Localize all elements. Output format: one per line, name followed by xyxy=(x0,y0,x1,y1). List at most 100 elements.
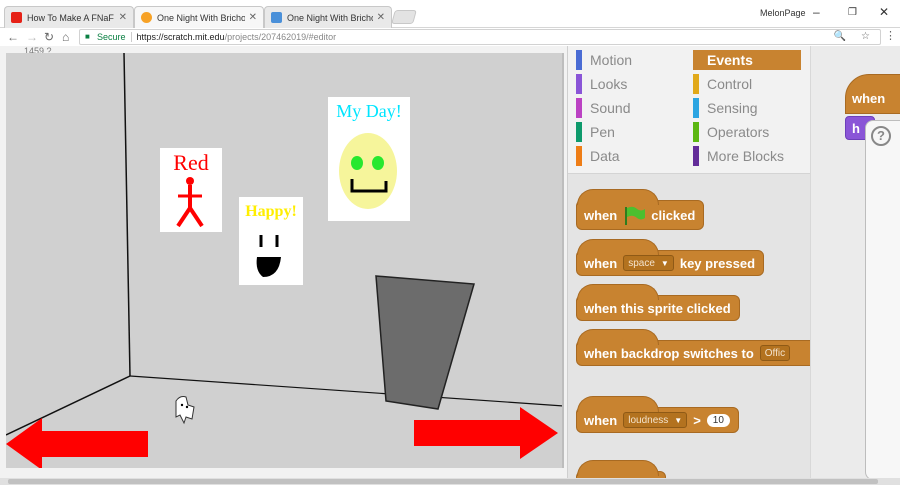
help-panel[interactable]: ? xyxy=(865,120,900,478)
block-text: when xyxy=(584,207,618,223)
browser-tab-strip: How To Make A FNaF Fa ✕ One Night With B… xyxy=(0,0,900,28)
block-when-loudness[interactable]: when loudness ▼ > 10 xyxy=(576,396,739,433)
close-tab-icon[interactable]: ✕ xyxy=(249,12,257,23)
category-data[interactable]: Data xyxy=(576,146,684,166)
more-blocks-swatch xyxy=(693,146,699,166)
door xyxy=(375,275,475,410)
block-when-backdrop-switches[interactable]: when backdrop switches to Offic xyxy=(576,329,810,366)
close-tab-icon[interactable]: ✕ xyxy=(377,12,385,23)
scrollbar-thumb[interactable] xyxy=(8,479,878,484)
category-label: Operators xyxy=(707,124,770,140)
category-pen[interactable]: Pen xyxy=(576,122,684,142)
block-text: key pressed xyxy=(679,255,756,271)
category-label: Control xyxy=(707,76,753,92)
close-tab-icon[interactable]: ✕ xyxy=(119,12,127,23)
poster-my-day[interactable]: My Day! xyxy=(328,97,410,221)
new-tab-button[interactable] xyxy=(391,10,417,24)
left-arrow-button[interactable] xyxy=(6,418,150,468)
minimize-icon[interactable]: – xyxy=(813,5,820,19)
category-label: Pen xyxy=(590,124,615,140)
data-swatch xyxy=(576,146,582,166)
pen-swatch xyxy=(576,122,582,142)
help-icon[interactable]: ? xyxy=(871,126,891,146)
close-window-icon[interactable]: ✕ xyxy=(879,5,889,19)
tab-title: One Night With Bricho b xyxy=(287,12,373,23)
home-icon[interactable]: ⌂ xyxy=(62,30,69,44)
block-when-flag-clicked[interactable]: when clicked xyxy=(576,189,705,230)
tab-title: One Night With Bricho-4 xyxy=(157,12,245,23)
key-dropdown[interactable]: space ▼ xyxy=(623,255,674,271)
browser-tab-3[interactable]: One Night With Bricho b ✕ xyxy=(264,6,392,28)
right-arrow-button[interactable] xyxy=(414,407,560,459)
category-control[interactable]: Control xyxy=(693,74,801,94)
hat-cap xyxy=(577,189,659,205)
chevron-down-icon: ▼ xyxy=(660,258,669,268)
dropdown-value: space xyxy=(628,257,655,269)
block-text: when xyxy=(584,255,618,271)
zoom-and-bookmark-icons[interactable]: 🔍 ☆ xyxy=(834,31,876,42)
browser-menu-icon[interactable]: ⋮ xyxy=(885,29,896,42)
category-sound[interactable]: Sound xyxy=(576,98,684,118)
dropdown-value: Offic xyxy=(764,347,786,359)
operators-swatch xyxy=(693,122,699,142)
looks-swatch xyxy=(576,74,582,94)
block-partial[interactable] xyxy=(576,460,666,478)
profile-name[interactable]: MelonPage xyxy=(760,8,806,18)
browser-tab-2[interactable]: One Night With Bricho-4 ✕ xyxy=(134,6,264,28)
block-palette: Motion Events Looks Control Sound Sensin… xyxy=(567,46,810,478)
category-events[interactable]: Events xyxy=(693,50,801,70)
category-sensing[interactable]: Sensing xyxy=(693,98,801,118)
category-motion[interactable]: Motion xyxy=(576,50,684,70)
sound-swatch xyxy=(576,98,582,118)
horizontal-scrollbar[interactable] xyxy=(0,478,900,485)
loudness-value-input[interactable]: 10 xyxy=(706,413,730,427)
sensor-dropdown[interactable]: loudness ▼ xyxy=(623,412,688,428)
backdrop-dropdown[interactable]: Offic xyxy=(759,345,791,361)
browser-tab-1[interactable]: How To Make A FNaF Fa ✕ xyxy=(4,6,134,28)
address-bar[interactable]: ■ Secure https://scratch.mit.edu /projec… xyxy=(79,29,881,45)
stage[interactable]: Red Happy! My Day! xyxy=(6,53,564,468)
youtube-icon xyxy=(11,12,22,23)
ghost-sprite-icon[interactable] xyxy=(172,395,200,425)
block-text: clicked xyxy=(651,207,696,223)
events-swatch xyxy=(693,50,699,70)
restore-icon[interactable]: ❐ xyxy=(848,7,857,18)
block-text: when this sprite clicked xyxy=(584,300,731,316)
poster-happy-text: Happy! xyxy=(245,203,297,220)
block-when-key-pressed[interactable]: when space ▼ key pressed xyxy=(576,239,765,276)
forward-icon[interactable]: → xyxy=(26,30,38,44)
category-looks[interactable]: Looks xyxy=(576,74,684,94)
scripts-area[interactable]: when h ? xyxy=(810,46,900,478)
hat-cap xyxy=(577,239,659,255)
category-label: Sensing xyxy=(707,100,758,116)
tab-title: How To Make A FNaF Fa xyxy=(27,12,115,23)
block-when-sprite-clicked[interactable]: when this sprite clicked xyxy=(576,284,740,321)
reload-icon[interactable]: ↻ xyxy=(44,30,54,44)
poster-happy[interactable]: Happy! xyxy=(239,197,303,285)
category-label: Sound xyxy=(590,100,631,116)
control-swatch xyxy=(693,74,699,94)
hat-cap xyxy=(577,396,659,412)
lock-icon: ■ xyxy=(85,32,90,41)
dropdown-value: loudness xyxy=(628,414,669,426)
stick-figure-icon xyxy=(176,177,204,228)
category-label: Motion xyxy=(590,52,633,68)
poster-red[interactable]: Red xyxy=(160,148,222,232)
divider xyxy=(130,32,132,42)
block-text: when xyxy=(852,91,886,106)
category-label: Looks xyxy=(590,76,628,92)
motion-swatch xyxy=(576,50,582,70)
block-text: when xyxy=(584,412,618,428)
category-operators[interactable]: Operators xyxy=(693,122,801,142)
category-more-blocks[interactable]: More Blocks xyxy=(693,146,801,166)
back-icon[interactable]: ← xyxy=(7,30,19,44)
sensing-swatch xyxy=(693,98,699,118)
scratch-editor: 1459 ? Red Happy! My Day! Motion Events … xyxy=(0,46,900,485)
browser-toolbar: ← → ↻ ⌂ ■ Secure https://scratch.mit.edu… xyxy=(0,28,900,46)
image-icon xyxy=(271,12,282,23)
script-hat-block[interactable]: when xyxy=(845,74,900,114)
hat-cap xyxy=(577,460,659,476)
url-path: /projects/207462019/#editor xyxy=(224,32,337,42)
hat-cap xyxy=(577,329,659,345)
chevron-down-icon: ▼ xyxy=(674,415,683,425)
